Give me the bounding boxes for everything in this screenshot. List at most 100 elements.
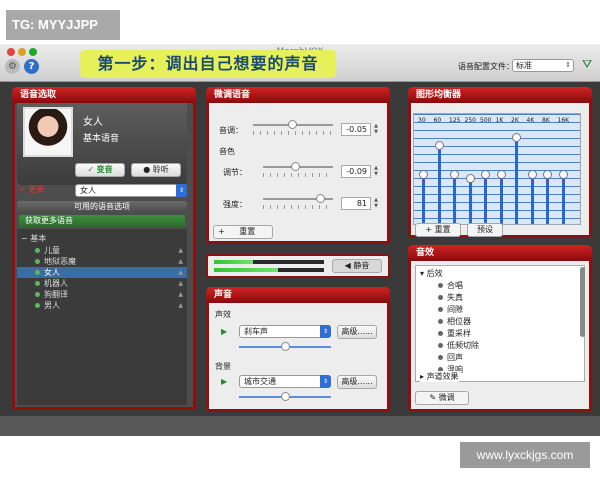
chevron-down-icon: ⇕ (320, 375, 331, 388)
filter-icon[interactable]: ⛛ (582, 57, 592, 72)
strength-slider[interactable] (263, 194, 333, 203)
effect-toggle-icon (438, 331, 443, 336)
graphic-eq-header: 图形均衡器 (408, 87, 592, 103)
watermark-bottom: www.lyxckjgs.com (460, 442, 590, 468)
eq-band-knob[interactable] (543, 170, 552, 179)
list-item[interactable]: 重采样 (438, 328, 471, 339)
effect-advanced-button[interactable]: 高级...... (337, 325, 377, 339)
eq-band-label: 8K (542, 117, 550, 124)
preset-select[interactable]: 标准 ⇕ (512, 59, 574, 72)
pitch-slider-knob[interactable] (288, 120, 298, 129)
chevron-updown-icon: ⇕ (565, 61, 571, 69)
adjust-value-field[interactable]: -0.09 (341, 165, 371, 178)
timbre-label: 音色 (219, 147, 235, 156)
eq-band-label: 60 (433, 117, 442, 124)
voice-item-label: 机器人 (44, 279, 68, 288)
list-item[interactable]: 儿童 ▲ (17, 245, 187, 256)
strength-stepper[interactable]: ▲ ▼ (372, 197, 380, 210)
avatar (23, 107, 73, 157)
eq-preset-button[interactable]: 预设 (467, 223, 503, 237)
effects-scrollbar[interactable] (580, 267, 585, 337)
eq-band-knob[interactable] (527, 170, 537, 179)
effects-group-voice-label: 声道效果 (426, 372, 459, 381)
eq-band-bar (561, 174, 565, 224)
list-item[interactable]: 机器人 ▲ (17, 278, 187, 289)
eq-band-knob[interactable] (496, 170, 506, 179)
list-item[interactable]: 回声 (438, 352, 463, 363)
get-more-voices-button[interactable]: 获取更多语音 (19, 215, 185, 227)
effects-group-voice[interactable]: ▸ 声道效果 (420, 371, 459, 382)
adjust-slider[interactable] (263, 162, 333, 171)
voice-status-icon (35, 292, 40, 297)
plus-icon: + (218, 227, 225, 236)
background-volume-knob[interactable] (281, 392, 290, 401)
effects-group-after[interactable]: ▾ 后效 (420, 268, 443, 279)
sound-header: 声音 (206, 287, 390, 303)
tweak-reset-button[interactable]: + 重置 (213, 225, 273, 239)
checkmark-icon: ✓ (19, 185, 26, 194)
list-item[interactable]: 男人 ▲ (17, 300, 187, 311)
signal-icon: ▲ (178, 269, 183, 276)
eq-band-knob[interactable] (434, 140, 444, 150)
available-voices-label: 可用的语音选项 (74, 202, 130, 211)
effect-item-label: 失真 (447, 293, 463, 302)
listen-button[interactable]: ● 聆听 (131, 163, 181, 177)
effect-item-label: 低频切除 (447, 341, 479, 350)
eq-band-bar (546, 174, 549, 224)
adjust-stepper[interactable]: ▲ ▼ (372, 165, 380, 178)
strength-slider-knob[interactable] (315, 194, 325, 203)
effects-tweak-button[interactable]: ✎ 微调 (415, 391, 469, 405)
voice-status-icon (35, 259, 40, 264)
background-play-button[interactable]: ▶ (221, 375, 233, 388)
tweak-voice-panel: 微调语音 音调： -0.05 ▲ ▼ 音色 调节： -0.09 ▲ ▼ 强度： 81… (206, 87, 390, 244)
effect-item-label: 合唱 (447, 281, 463, 290)
voice-dropdown[interactable]: 女人 ⇕ (75, 184, 187, 197)
eq-band-knob[interactable] (450, 170, 459, 179)
eq-band-label: 250 (464, 117, 476, 124)
list-item[interactable]: 狗翻译 ▲ (17, 289, 187, 300)
eq-band-bar (484, 174, 487, 224)
mute-button[interactable]: ◀ 静音 (332, 259, 382, 273)
preset-label: 语音配置文件： (458, 62, 514, 71)
eq-band-knob[interactable] (512, 133, 521, 143)
strength-label: 强度： (223, 200, 247, 209)
eq-band-knob[interactable] (481, 170, 490, 179)
pitch-value-field[interactable]: -0.05 (341, 123, 371, 136)
list-item[interactable]: 合唱 (438, 280, 463, 291)
list-item-selected[interactable]: 女人 ▲ (17, 267, 187, 278)
collapse-icon: ▾ (420, 269, 425, 278)
strength-value-field[interactable]: 81 (341, 197, 371, 210)
effect-play-button[interactable]: ▶ (221, 325, 233, 338)
list-item[interactable]: 低频切除 (438, 340, 479, 351)
effects-list: ▾ 后效 合唱 失真 间隙 相位器 重采样 低频切除 回声 混响 ▸ 声道效果 (415, 265, 585, 382)
update-label: 更新 (28, 185, 45, 194)
eq-band-knob[interactable] (419, 170, 428, 179)
eq-band-bar (453, 174, 456, 224)
help-icon[interactable]: ? (24, 59, 39, 74)
step-banner: 第一步：调出自己想要的声音 (80, 50, 336, 78)
eq-band-knob[interactable] (465, 173, 475, 183)
effect-volume-knob[interactable] (281, 342, 290, 351)
eq-band-label: 125 (449, 117, 461, 124)
effect-volume-slider[interactable] (239, 342, 331, 351)
update-button[interactable]: ✓ 更新 (19, 183, 69, 196)
list-item[interactable]: 相位器 (438, 316, 471, 327)
eq-reset-label: 重置 (434, 225, 451, 234)
list-item[interactable]: 间隙 (438, 304, 463, 315)
morph-button[interactable]: ✓ 变音 (75, 163, 125, 177)
list-item[interactable]: 地狱恶魔 ▲ (17, 256, 187, 267)
mute-label: 静音 (353, 261, 370, 270)
background-advanced-button[interactable]: 高级...... (337, 375, 377, 389)
pitch-slider[interactable] (253, 120, 333, 129)
background-volume-slider[interactable] (239, 392, 331, 401)
voice-group-basic[interactable]: − 基本 (17, 233, 187, 244)
effect-dropdown[interactable]: 刹车声 ⇕ (239, 325, 331, 338)
eq-reset-button[interactable]: + 重置 (415, 223, 461, 237)
background-dropdown[interactable]: 城市交通 ⇕ (239, 375, 331, 388)
pitch-stepper[interactable]: ▲ ▼ (372, 123, 380, 136)
list-item[interactable]: 失真 (438, 292, 463, 303)
adjust-slider-knob[interactable] (291, 162, 301, 171)
eq-band-knob[interactable] (558, 170, 568, 179)
gear-icon[interactable]: ⚙ (5, 59, 20, 74)
eq-band-bar (437, 144, 441, 224)
